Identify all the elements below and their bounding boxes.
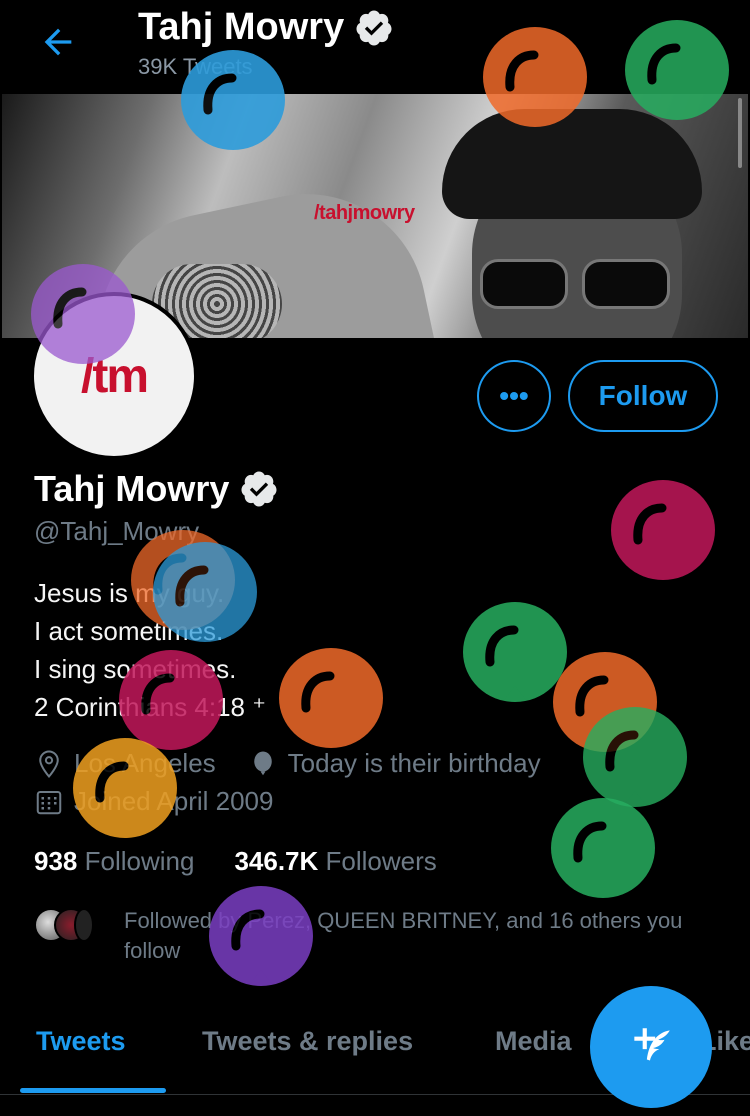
- calendar-icon: [36, 790, 62, 814]
- banner-brand-text: /tahjmowry: [314, 202, 415, 224]
- meta-row-2: Joined April 2009: [34, 786, 273, 817]
- joined-text: Joined April 2009: [74, 786, 274, 816]
- follow-stats: 938 Following 346.7K Followers: [34, 846, 437, 877]
- verified-badge-icon: [241, 471, 277, 507]
- balloon-icon: [553, 652, 657, 752]
- birthday-text: Today is their birthday: [287, 748, 541, 778]
- following-count: 938: [34, 846, 78, 876]
- bio-line: I sing sometimes.: [34, 654, 237, 684]
- header-name: Tahj Mowry: [138, 6, 345, 48]
- follow-button[interactable]: Follow: [568, 360, 718, 432]
- followers-stat[interactable]: 346.7K Followers: [234, 846, 436, 877]
- balloon-icon: [611, 480, 715, 580]
- header-title: Tahj Mowry: [138, 6, 394, 49]
- balloon-birthday-icon: [253, 751, 272, 775]
- profile-handle: @Tahj_Mowry: [34, 516, 200, 546]
- profile-name-text: Tahj Mowry: [34, 468, 230, 509]
- meta-row-1: Los Angeles Today is their birthday: [34, 748, 541, 779]
- mini-avatar: [74, 908, 94, 942]
- active-tab-indicator: [20, 1088, 166, 1093]
- banner-hat: [442, 109, 702, 219]
- more-options-button[interactable]: •••: [477, 360, 551, 432]
- top-bar: Tahj Mowry 39K Tweets: [0, 0, 750, 92]
- compose-feather-icon: [634, 1028, 670, 1061]
- more-icon: •••: [499, 380, 529, 411]
- verified-badge-icon: [356, 10, 392, 45]
- location-pin-icon: [39, 749, 59, 778]
- compose-tweet-button[interactable]: [590, 986, 712, 1108]
- bio-line: Jesus is my guy.: [34, 578, 225, 608]
- avatar-logo-text: /tm: [81, 349, 149, 403]
- scrollbar[interactable]: [738, 98, 742, 168]
- bio-line: I act sometimes.: [34, 616, 224, 646]
- followed-by-text[interactable]: Followed by Perez, QUEEN BRITNEY, and 16…: [124, 906, 724, 966]
- profile-bio: Jesus is my guy. I act sometimes. I sing…: [34, 574, 266, 726]
- following-stat[interactable]: 938 Following: [34, 846, 194, 877]
- tab-tweets-replies[interactable]: Tweets & replies: [202, 1026, 413, 1057]
- tab-tweets[interactable]: Tweets: [36, 1026, 126, 1057]
- balloon-icon: [583, 707, 687, 807]
- tab-media[interactable]: Media: [495, 1026, 572, 1057]
- avatar[interactable]: /tm: [30, 292, 198, 460]
- followers-count: 346.7K: [234, 846, 319, 876]
- location-text: Los Angeles: [74, 748, 216, 778]
- profile-name: Tahj Mowry: [34, 468, 279, 510]
- balloon-icon: [463, 602, 567, 702]
- banner-sunglasses: [480, 259, 670, 309]
- back-arrow-icon[interactable]: [38, 22, 78, 62]
- followers-label: Followers: [325, 846, 437, 876]
- tweet-count: 39K Tweets: [138, 54, 253, 79]
- bio-line[interactable]: 2 Corinthians 4:18 ⁺: [34, 688, 266, 726]
- following-label: Following: [84, 846, 195, 876]
- followed-by-avatars: [34, 908, 104, 942]
